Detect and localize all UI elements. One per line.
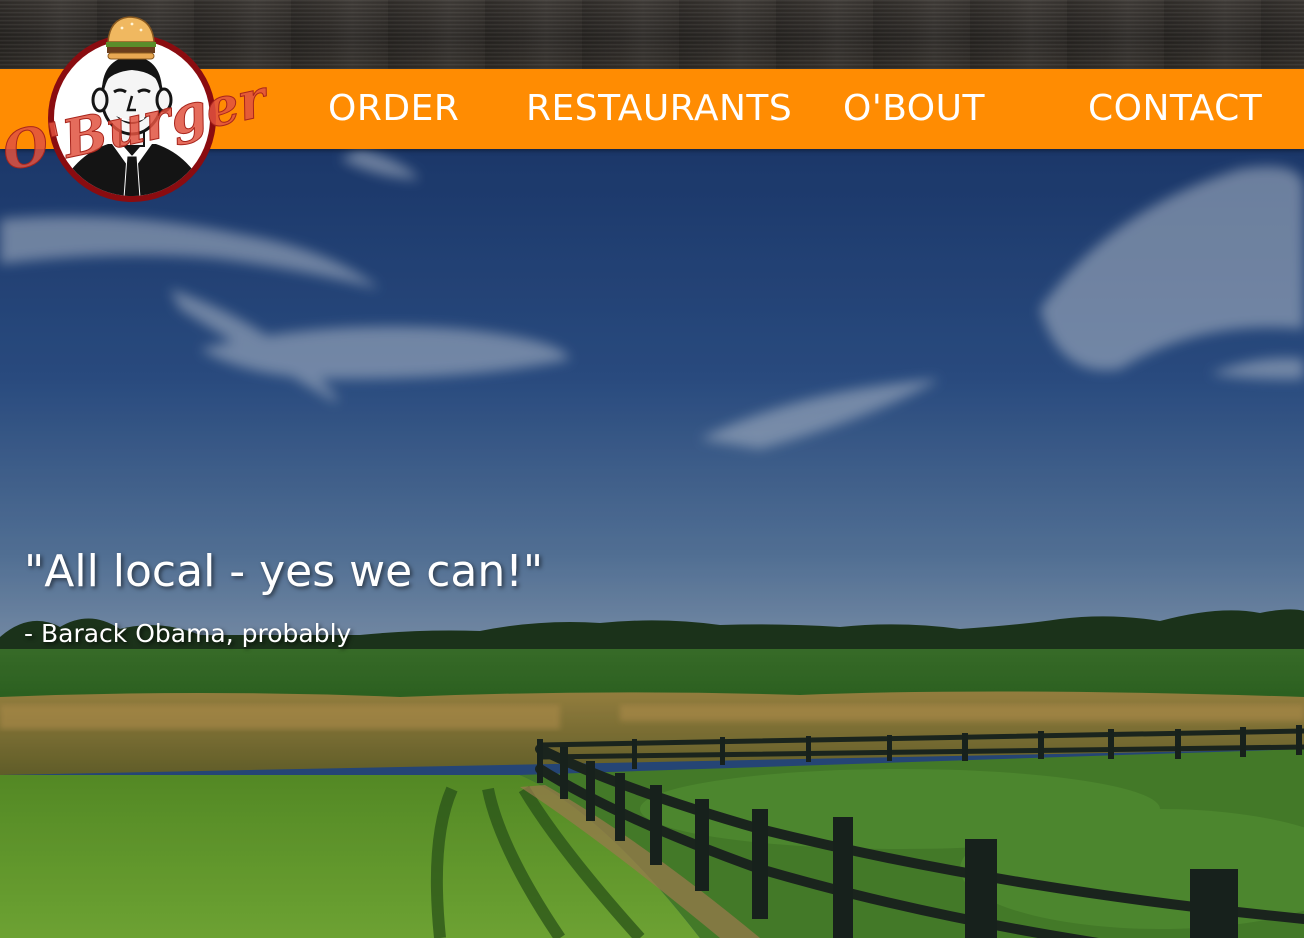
hero-quote-attribution: - Barack Obama, probably	[24, 619, 352, 648]
page: "All local - yes we can!" - Barack Obama…	[0, 0, 1304, 938]
nav-item-restaurants[interactable]: RESTAURANTS	[526, 87, 792, 131]
brand-logo[interactable]: O'Burger	[0, 12, 270, 207]
hero-quote: "All local - yes we can!"	[24, 546, 544, 597]
nav-item-order[interactable]: ORDER	[328, 87, 459, 131]
nav-item-obout[interactable]: O'BOUT	[843, 87, 985, 131]
hero-banner	[0, 149, 1304, 938]
nav-item-contact[interactable]: CONTACT	[1088, 87, 1262, 131]
hero-landscape-image	[0, 149, 1304, 938]
